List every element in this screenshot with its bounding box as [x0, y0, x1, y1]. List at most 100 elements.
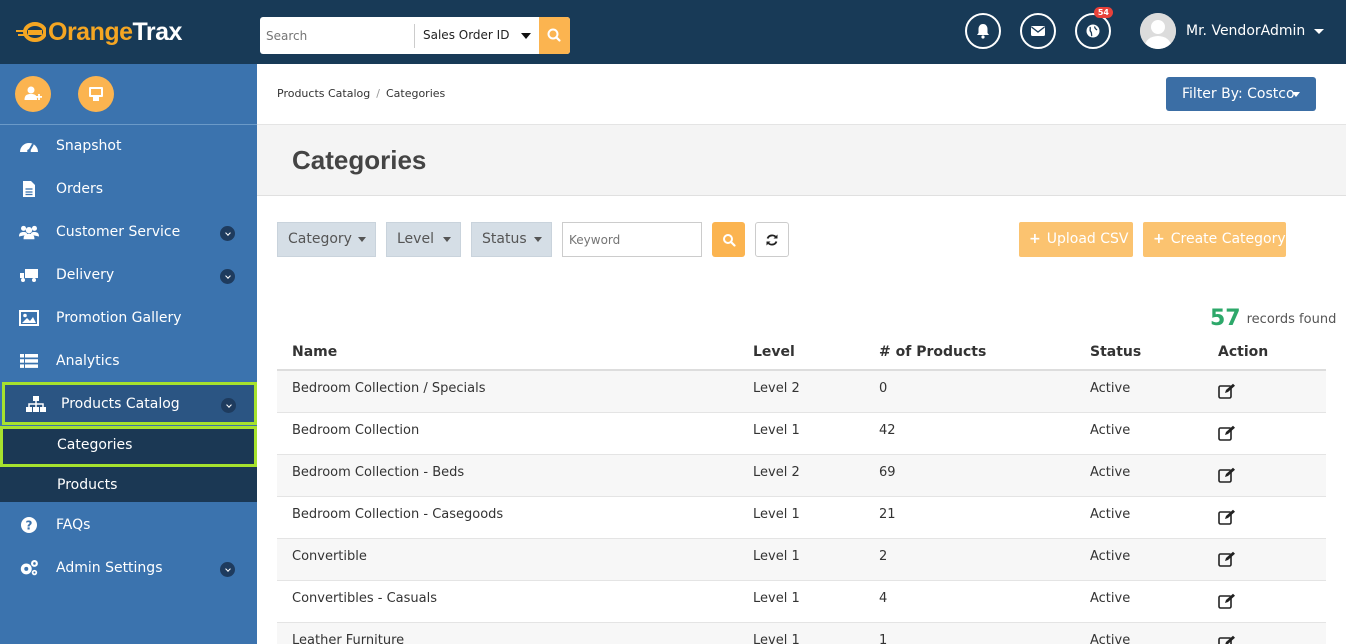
- global-search: Sales Order ID: [260, 17, 570, 54]
- breadcrumb-link-products-catalog[interactable]: Products Catalog: [277, 87, 370, 100]
- messages-button[interactable]: [1020, 13, 1056, 49]
- main-content: Category Level Status + Upload CSV + Creat…: [257, 196, 1346, 644]
- category-product-count: 1: [864, 622, 1075, 644]
- category-filter-label: Category: [288, 231, 352, 247]
- upload-csv-button[interactable]: + Upload CSV: [1019, 222, 1133, 257]
- breadcrumb-current: Categories: [385, 87, 446, 100]
- chevron-down-icon[interactable]: [220, 562, 235, 577]
- user-menu[interactable]: Mr. VendorAdmin: [1140, 13, 1325, 49]
- category-name[interactable]: Convertible: [277, 538, 738, 581]
- action-cell: [1203, 412, 1326, 455]
- level-filter-dropdown[interactable]: Level: [386, 222, 461, 257]
- create-category-button[interactable]: + Create Category: [1143, 222, 1286, 257]
- category-level: Level 1: [738, 622, 864, 644]
- action-cell: [1203, 538, 1326, 581]
- search-icon: [547, 28, 561, 42]
- edit-icon[interactable]: [1218, 593, 1236, 613]
- category-level: Level 1: [738, 496, 864, 539]
- category-name[interactable]: Leather Furniture: [277, 622, 738, 644]
- brand-name-part2: Trax: [132, 17, 183, 46]
- category-name[interactable]: Bedroom Collection - Beds: [277, 454, 738, 497]
- refresh-button[interactable]: [755, 222, 789, 257]
- sidebar-item-orders[interactable]: Orders: [0, 168, 257, 211]
- edit-icon[interactable]: [1218, 425, 1236, 445]
- category-level: Level 1: [738, 580, 864, 623]
- sidebar: Snapshot Orders Customer Service Deliver…: [0, 64, 257, 644]
- sidebar-item-products-catalog[interactable]: Products Catalog: [2, 382, 257, 425]
- notifications-button[interactable]: [965, 13, 1001, 49]
- status-badge: Active: [1075, 412, 1203, 455]
- sidebar-item-label: Admin Settings: [56, 560, 163, 576]
- category-name[interactable]: Bedroom Collection / Specials: [277, 370, 738, 413]
- table-row: Bedroom Collection Level 1 42 Active: [277, 412, 1326, 455]
- chevron-down-icon[interactable]: [220, 269, 235, 284]
- categories-table: Name Level # of Products Status Action B…: [277, 334, 1326, 644]
- chevron-down-icon[interactable]: [221, 398, 236, 413]
- breadcrumb-bar: Products Catalog / Categories Filter By: C…: [257, 64, 1346, 125]
- sidebar-item-faqs[interactable]: ? FAQs: [0, 504, 257, 547]
- table-row: Bedroom Collection - Casegoods Level 1 21 A…: [277, 496, 1326, 539]
- status-badge: Active: [1075, 538, 1203, 581]
- category-product-count: 2: [864, 538, 1075, 581]
- page-header: Categories: [257, 125, 1346, 196]
- envelope-icon: [1031, 26, 1045, 36]
- column-header-level[interactable]: Level: [738, 334, 864, 371]
- sidebar-item-label: Analytics: [56, 353, 120, 369]
- caret-down-icon: [534, 237, 542, 242]
- level-filter-label: Level: [397, 231, 434, 247]
- edit-icon[interactable]: [1218, 467, 1236, 487]
- sidebar-item-label: Delivery: [56, 267, 115, 283]
- brand-logo[interactable]: Orange Trax: [16, 16, 182, 48]
- top-bar: OrangeTrax Sales Order ID: [0, 0, 1346, 64]
- column-header-name[interactable]: Name: [277, 334, 738, 371]
- category-product-count: 21: [864, 496, 1075, 539]
- status-filter-dropdown[interactable]: Status: [471, 222, 552, 257]
- category-filter-dropdown[interactable]: Category: [277, 222, 376, 257]
- store-button[interactable]: [78, 76, 114, 112]
- sidebar-item-promotion-gallery[interactable]: Promotion Gallery: [0, 297, 257, 340]
- sidebar-item-snapshot[interactable]: Snapshot: [0, 125, 257, 168]
- list-icon: [19, 352, 39, 370]
- keyword-input[interactable]: [562, 222, 702, 257]
- document-icon: [19, 180, 39, 198]
- edit-icon[interactable]: [1218, 635, 1236, 644]
- action-cell: [1203, 454, 1326, 497]
- search-type-select[interactable]: Sales Order ID: [415, 17, 539, 54]
- submenu-item-label: Categories: [57, 437, 133, 453]
- category-name[interactable]: Convertibles - Casuals: [277, 580, 738, 623]
- submenu-item-products[interactable]: Products: [0, 467, 257, 505]
- sidebar-item-delivery[interactable]: Delivery: [0, 254, 257, 297]
- table-row: Convertibles - Casuals Level 1 4 Active: [277, 580, 1326, 623]
- edit-icon[interactable]: [1218, 383, 1236, 403]
- action-cell: [1203, 496, 1326, 539]
- keyword-search-button[interactable]: [712, 222, 745, 257]
- sidebar-item-customer-service[interactable]: Customer Service: [0, 211, 257, 254]
- chevron-down-icon[interactable]: [220, 226, 235, 241]
- sidebar-item-label: FAQs: [56, 517, 91, 533]
- plus-icon: +: [1029, 231, 1041, 247]
- records-label: records found: [1246, 312, 1337, 327]
- column-header-products[interactable]: # of Products: [864, 334, 1075, 371]
- search-input[interactable]: [260, 17, 414, 54]
- edit-icon[interactable]: [1218, 551, 1236, 571]
- add-user-button[interactable]: [15, 76, 51, 112]
- svg-text:?: ?: [26, 519, 33, 533]
- sidebar-item-analytics[interactable]: Analytics: [0, 340, 257, 383]
- edit-icon[interactable]: [1218, 509, 1236, 529]
- table-row: Bedroom Collection / Specials Level 2 0 Act…: [277, 370, 1326, 413]
- global-updates-button[interactable]: 54: [1075, 7, 1113, 49]
- breadcrumb: Products Catalog / Categories: [277, 87, 445, 100]
- status-badge: Active: [1075, 370, 1203, 413]
- truck-icon: [19, 266, 39, 284]
- category-name[interactable]: Bedroom Collection: [277, 412, 738, 455]
- status-badge: Active: [1075, 496, 1203, 539]
- filter-by-dropdown[interactable]: Filter By: Costco: [1166, 77, 1316, 111]
- status-filter-label: Status: [482, 231, 527, 247]
- category-name[interactable]: Bedroom Collection - Casegoods: [277, 496, 738, 539]
- search-button[interactable]: [539, 17, 570, 54]
- brand-name-part1: Orange: [48, 17, 133, 46]
- category-level: Level 1: [738, 538, 864, 581]
- column-header-status[interactable]: Status: [1075, 334, 1203, 371]
- sidebar-item-admin-settings[interactable]: Admin Settings: [0, 547, 257, 590]
- submenu-item-categories[interactable]: Categories: [0, 426, 257, 467]
